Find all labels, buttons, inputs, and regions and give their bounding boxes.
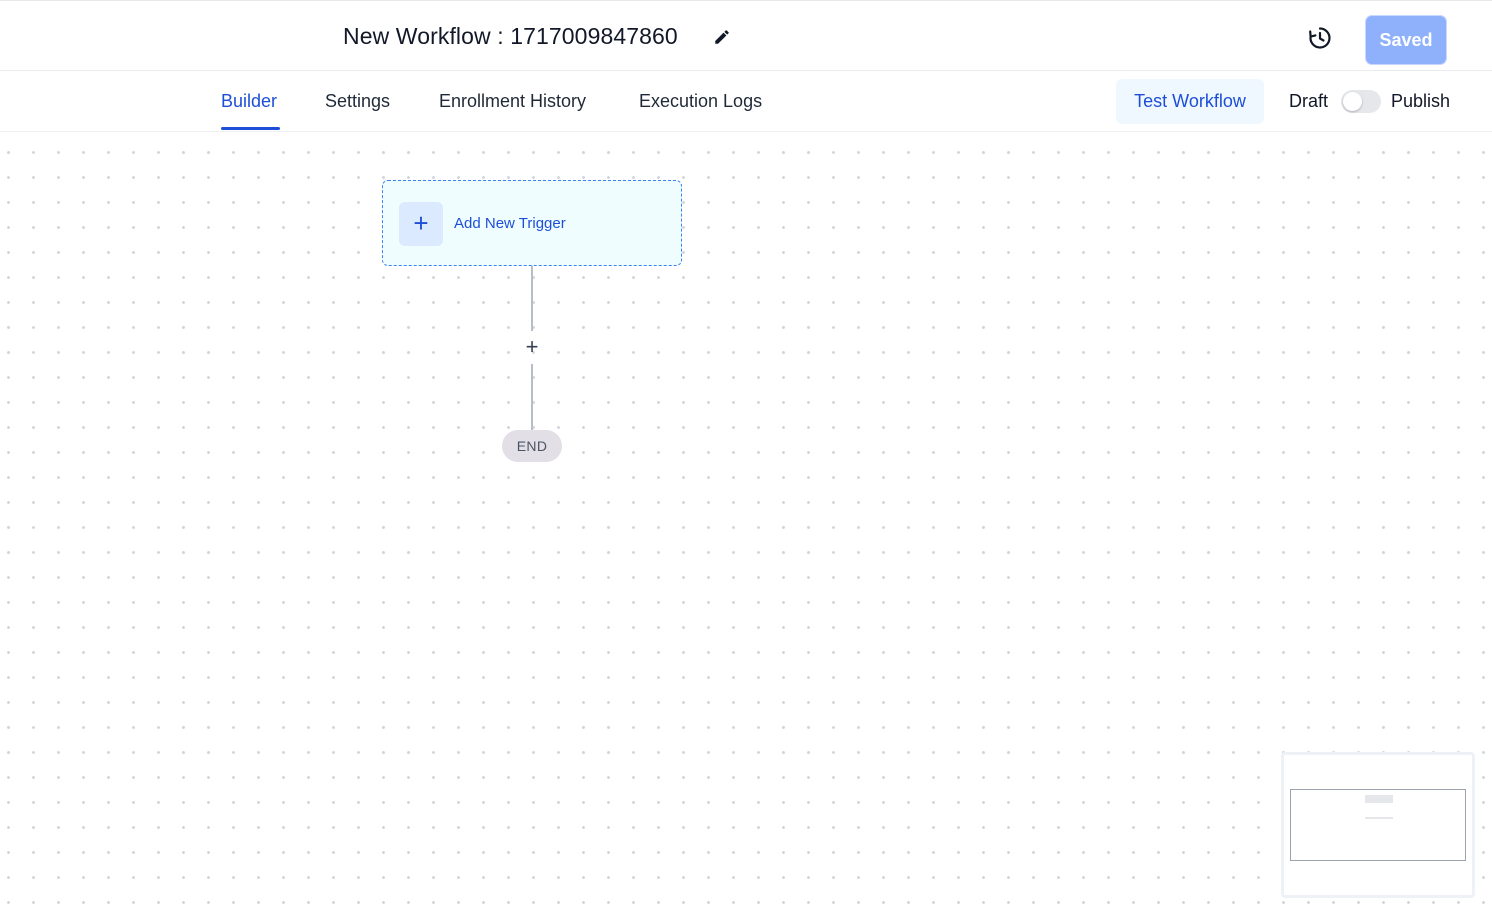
- workflow-canvas[interactable]: + Add New Trigger + END: [0, 132, 1492, 908]
- saved-button[interactable]: Saved: [1366, 16, 1446, 64]
- tab-settings[interactable]: Settings: [325, 91, 390, 112]
- add-trigger-label: Add New Trigger: [454, 215, 566, 232]
- minimap-end-node: [1365, 817, 1393, 819]
- workflow-builder-app: New Workflow : 1717009847860 Saved Build…: [0, 0, 1492, 908]
- history-icon[interactable]: [1307, 25, 1333, 51]
- tab-execution-logs[interactable]: Execution Logs: [639, 91, 762, 112]
- publish-toggle[interactable]: [1341, 90, 1381, 113]
- pencil-icon[interactable]: [713, 28, 731, 46]
- tab-enrollment-history[interactable]: Enrollment History: [439, 91, 586, 112]
- toggle-knob: [1343, 92, 1362, 111]
- minimap[interactable]: [1281, 752, 1475, 898]
- add-step-plus-icon[interactable]: +: [520, 335, 544, 359]
- active-tab-indicator: [221, 127, 280, 130]
- plus-icon: +: [399, 202, 443, 246]
- tab-bar: Builder Settings Enrollment History Exec…: [0, 71, 1492, 132]
- minimap-trigger-node: [1365, 795, 1393, 803]
- test-workflow-button[interactable]: Test Workflow: [1116, 79, 1264, 124]
- workflow-title: New Workflow : 1717009847860: [343, 23, 678, 49]
- add-trigger-card[interactable]: + Add New Trigger: [382, 180, 682, 266]
- draft-label: Draft: [1289, 91, 1329, 111]
- connector-line: [531, 364, 533, 430]
- top-header: New Workflow : 1717009847860 Saved: [0, 0, 1492, 71]
- publish-label: Publish: [1391, 91, 1451, 111]
- end-node: END: [502, 430, 562, 462]
- connector-line: [531, 266, 533, 331]
- tab-builder[interactable]: Builder: [221, 91, 277, 112]
